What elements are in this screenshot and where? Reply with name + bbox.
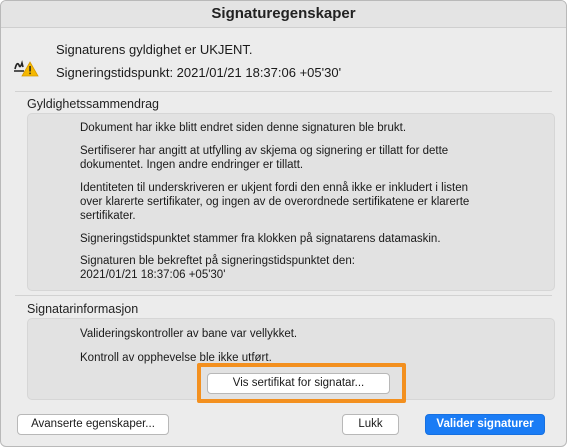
close-button[interactable]: Lukk xyxy=(342,414,399,435)
validate-signatures-button[interactable]: Valider signaturer xyxy=(425,414,545,435)
validity-summary-panel: Dokument har ikke blitt endret siden den… xyxy=(27,113,555,291)
signer-paragraph: Valideringskontroller av bane var vellyk… xyxy=(80,328,298,340)
validity-paragraph: Sertifiserer har angitt at utfylling av … xyxy=(80,145,449,171)
signature-validity-status: Signaturens gyldighet er UKJENT. xyxy=(56,42,253,57)
signing-timestamp: Signeringstidspunkt: 2021/01/21 18:37:06… xyxy=(56,65,342,80)
show-signer-certificate-button[interactable]: Vis sertifikat for signatar... xyxy=(207,373,390,394)
validity-paragraph: Signeringstidspunktet stammer fra klokke… xyxy=(80,233,441,245)
dialog-title: Signaturegenskaper xyxy=(1,1,566,28)
validity-summary-label: Gyldighetssammendrag xyxy=(27,97,160,111)
section-divider xyxy=(15,91,552,92)
validity-paragraph: Identiteten til underskriveren er ukjent… xyxy=(80,182,470,222)
signature-warning-icon xyxy=(14,60,39,77)
signer-info-label: Signatarinformasjon xyxy=(27,302,139,316)
section-divider xyxy=(15,295,552,296)
validity-paragraph: Signaturen ble bekreftet på signeringsti… xyxy=(80,255,355,281)
signature-properties-dialog: Signaturegenskaper Signaturens gyldighet… xyxy=(0,0,567,447)
validity-paragraph: Dokument har ikke blitt endret siden den… xyxy=(80,122,407,134)
advanced-properties-button[interactable]: Avanserte egenskaper... xyxy=(17,414,169,435)
